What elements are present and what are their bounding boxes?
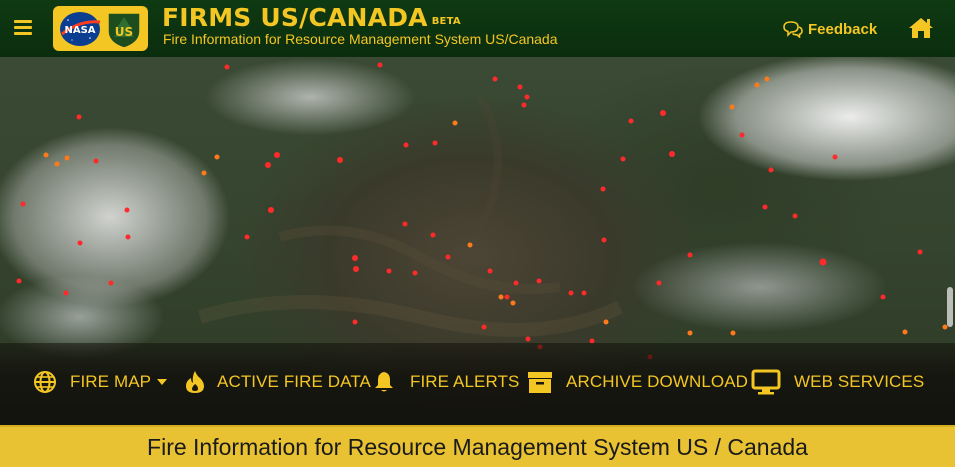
archive-box-icon [528, 372, 552, 393]
nav-fire-alerts-label: FIRE ALERTS [410, 372, 520, 391]
caret-down-icon [157, 379, 168, 385]
hamburger-menu-icon[interactable] [14, 20, 32, 36]
agency-logos[interactable]: NASA US [53, 6, 148, 51]
app-title-text: FIRMS US/CANADA [162, 3, 428, 32]
nav-fire-alerts[interactable]: FIRE ALERTS [372, 370, 519, 394]
nav-fire-map-label: FIRE MAP [70, 372, 152, 391]
nav-archive-download[interactable]: ARCHIVE DOWNLOAD [527, 370, 748, 394]
nav-active-fire-data-label: ACTIVE FIRE DATA [217, 372, 371, 391]
beta-badge: BETA [431, 16, 461, 27]
nav-active-fire-data[interactable]: ACTIVE FIRE DATA [184, 370, 371, 394]
flame-icon [186, 371, 204, 393]
bell-icon [375, 372, 393, 392]
monitor-icon [751, 369, 781, 395]
nav-fire-map[interactable]: FIRE MAP [33, 370, 168, 394]
feedback-label: Feedback [808, 20, 878, 38]
usfs-logo-text: US [115, 25, 133, 39]
home-icon[interactable] [907, 16, 935, 40]
nasa-logo-icon: NASA [60, 11, 101, 46]
app-subtitle: Fire Information for Resource Management… [163, 31, 558, 47]
feedback-button[interactable]: Feedback [782, 20, 877, 38]
main-navigation: FIRE MAP ACTIVE FIRE DATA FIRE ALERTS AR… [0, 343, 955, 425]
map-scrollbar[interactable] [947, 287, 953, 327]
chat-bubble-icon [783, 21, 803, 38]
nasa-logo-text: NASA [65, 25, 96, 36]
usfs-shield-icon: US [107, 11, 141, 49]
page-banner: Fire Information for Resource Management… [0, 425, 955, 467]
top-header: NASA US FIRMS US/CANADA BETA Fire Informa… [0, 0, 955, 57]
banner-title: Fire Information for Resource Management… [147, 433, 808, 460]
nav-web-services[interactable]: WEB SERVICES [751, 369, 925, 395]
nav-web-services-label: WEB SERVICES [794, 372, 925, 391]
nav-archive-download-label: ARCHIVE DOWNLOAD [566, 372, 749, 391]
globe-icon [34, 371, 56, 393]
